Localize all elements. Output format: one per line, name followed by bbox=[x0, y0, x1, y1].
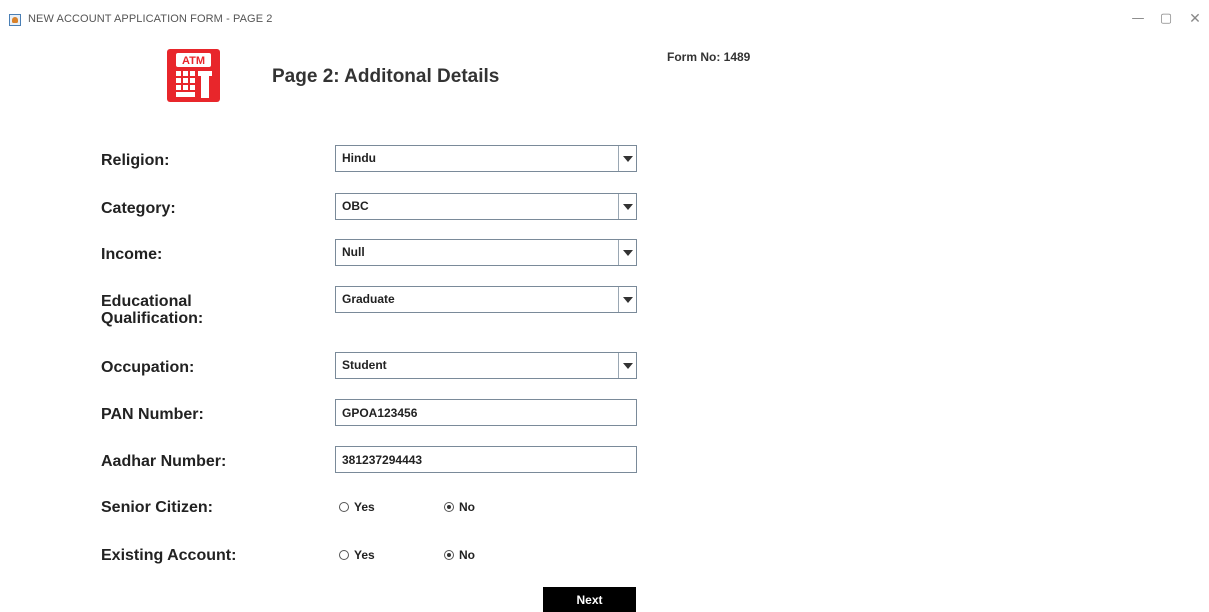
form-number: Form No: 1489 bbox=[667, 50, 751, 64]
minimize-button[interactable]: — bbox=[1123, 8, 1153, 30]
page-title: Page 2: Additonal Details bbox=[272, 66, 500, 87]
aadhar-label: Aadhar Number: bbox=[101, 453, 227, 470]
category-value: OBC bbox=[342, 199, 369, 213]
window-title: NEW ACCOUNT APPLICATION FORM - PAGE 2 bbox=[28, 13, 273, 25]
income-value: Null bbox=[342, 245, 365, 259]
existing-account-no-label: No bbox=[459, 548, 475, 562]
java-app-icon bbox=[9, 14, 21, 26]
radio-checked-icon[interactable] bbox=[444, 502, 454, 512]
next-button[interactable]: Next bbox=[543, 587, 636, 612]
religion-value: Hindu bbox=[342, 151, 376, 165]
chevron-down-icon[interactable] bbox=[618, 194, 636, 219]
maximize-button[interactable]: ▢ bbox=[1151, 8, 1181, 30]
income-dropdown[interactable]: Null bbox=[335, 239, 637, 266]
senior-citizen-yes-label: Yes bbox=[354, 500, 375, 514]
chevron-down-icon[interactable] bbox=[618, 146, 636, 171]
education-value: Graduate bbox=[342, 292, 395, 306]
education-label-line2: Qualification: bbox=[101, 310, 204, 327]
title-bar: NEW ACCOUNT APPLICATION FORM - PAGE 2 — … bbox=[0, 0, 1209, 31]
pan-label: PAN Number: bbox=[101, 406, 204, 423]
education-dropdown[interactable]: Graduate bbox=[335, 286, 637, 313]
existing-account-yes-radio[interactable]: Yes bbox=[339, 547, 375, 563]
category-label: Category: bbox=[101, 200, 176, 217]
senior-citizen-label: Senior Citizen: bbox=[101, 499, 214, 516]
occupation-dropdown[interactable]: Student bbox=[335, 352, 637, 379]
existing-account-yes-label: Yes bbox=[354, 548, 375, 562]
income-label: Income: bbox=[101, 246, 163, 263]
existing-account-no-radio[interactable]: No bbox=[444, 547, 475, 563]
religion-label: Religion: bbox=[101, 152, 170, 169]
atm-logo-text: ATM bbox=[182, 55, 205, 67]
radio-checked-icon[interactable] bbox=[444, 550, 454, 560]
radio-unchecked-icon[interactable] bbox=[339, 550, 349, 560]
senior-citizen-no-radio[interactable]: No bbox=[444, 499, 475, 515]
senior-citizen-no-label: No bbox=[459, 500, 475, 514]
chevron-down-icon[interactable] bbox=[618, 240, 636, 265]
aadhar-input[interactable] bbox=[335, 446, 637, 473]
pan-input[interactable] bbox=[335, 399, 637, 426]
chevron-down-icon[interactable] bbox=[618, 353, 636, 378]
atm-logo-icon: ATM bbox=[167, 49, 220, 102]
category-dropdown[interactable]: OBC bbox=[335, 193, 637, 220]
occupation-label: Occupation: bbox=[101, 359, 195, 376]
existing-account-label: Existing Account: bbox=[101, 547, 237, 564]
senior-citizen-yes-radio[interactable]: Yes bbox=[339, 499, 375, 515]
occupation-value: Student bbox=[342, 358, 387, 372]
application-window: NEW ACCOUNT APPLICATION FORM - PAGE 2 — … bbox=[0, 0, 1209, 612]
religion-dropdown[interactable]: Hindu bbox=[335, 145, 637, 172]
chevron-down-icon[interactable] bbox=[618, 287, 636, 312]
close-button[interactable]: ✕ bbox=[1180, 8, 1209, 30]
radio-unchecked-icon[interactable] bbox=[339, 502, 349, 512]
